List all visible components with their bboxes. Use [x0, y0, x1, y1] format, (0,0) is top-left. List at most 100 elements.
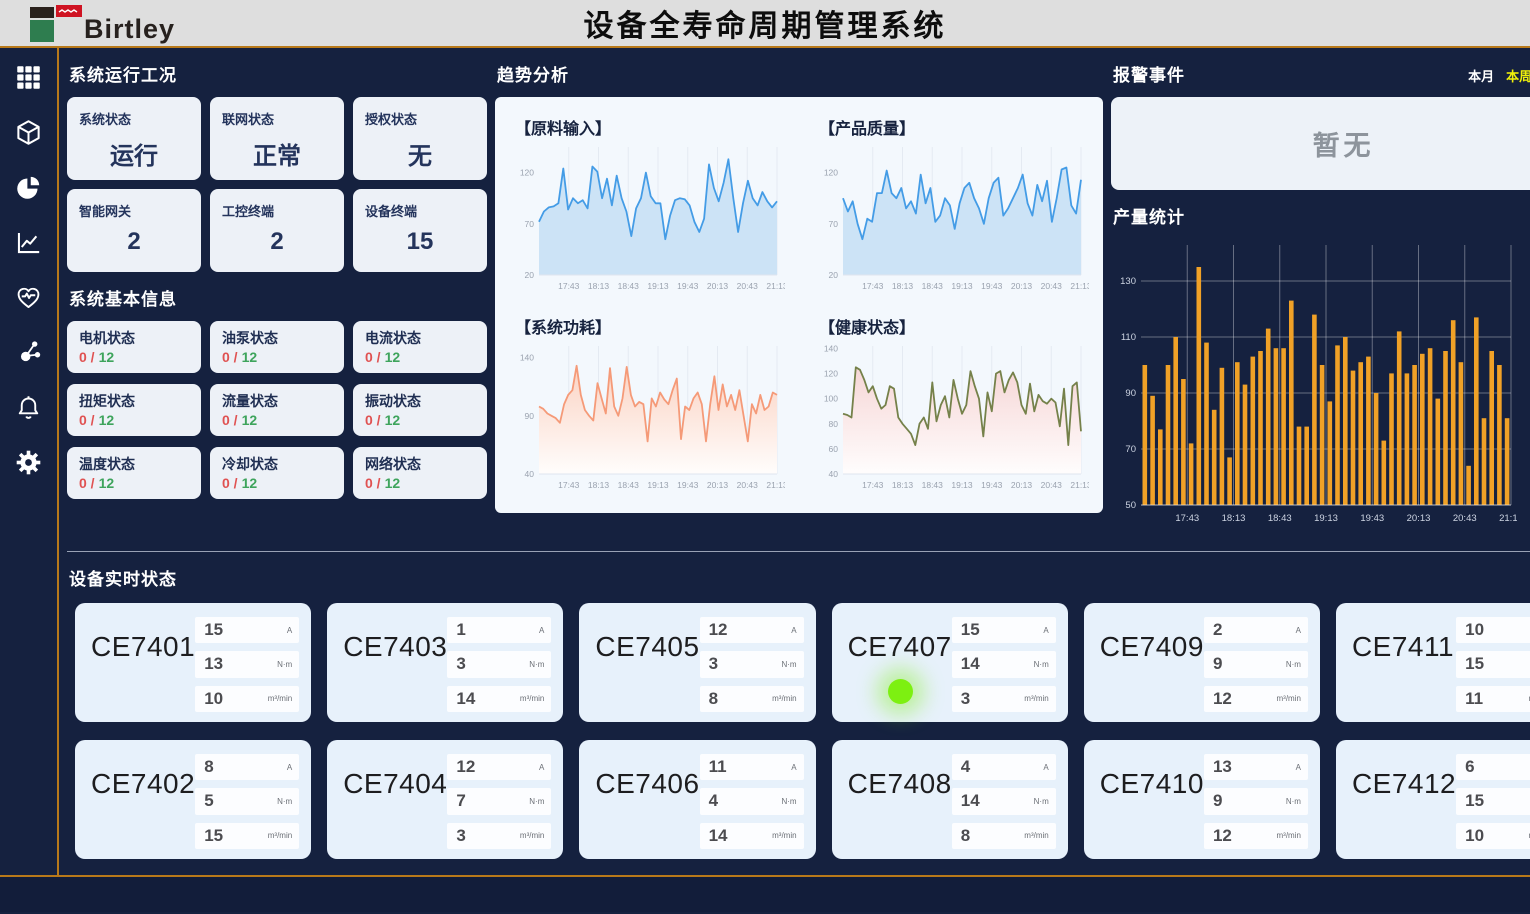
svg-text:140: 140 — [824, 344, 838, 354]
device-metric-value: 1 — [456, 620, 465, 640]
device-cards: CE740115A13N·m10m³/minCE74031A3N·m14m³/m… — [67, 601, 1530, 859]
svg-text:100: 100 — [824, 394, 838, 404]
status-card-label: 系统状态 — [79, 109, 189, 128]
device-card[interactable]: CE741110A15N·m11m³/min — [1336, 603, 1530, 722]
svg-text:21:13: 21:13 — [1070, 480, 1089, 490]
trend-chart-4: 【健康状态】17:4318:1318:4319:1319:4320:1320:4… — [813, 308, 1089, 507]
footer-bar — [0, 875, 1530, 912]
status-card-label: 工控终端 — [222, 201, 332, 220]
device-card[interactable]: CE74028A5N·m15m³/min — [75, 740, 311, 859]
grid-icon[interactable] — [15, 64, 42, 91]
device-metric-unit: N·m — [1034, 797, 1049, 806]
info-card-value: 0 /12 — [79, 412, 189, 428]
device-card[interactable]: CE740412A7N·m3m³/min — [327, 740, 563, 859]
device-card[interactable]: CE740512A3N·m8m³/min — [579, 603, 815, 722]
pie-chart-icon[interactable] — [15, 174, 42, 201]
device-metrics: 12A3N·m8m³/min — [700, 617, 804, 712]
info-card-label: 振动状态 — [365, 391, 475, 411]
info-card: 电流状态0 /12 — [353, 321, 487, 373]
info-card-label: 电流状态 — [365, 328, 475, 348]
svg-text:40: 40 — [525, 469, 535, 479]
device-metric-row: 12m³/min — [1204, 823, 1308, 849]
device-metric-unit: N·m — [529, 660, 544, 669]
device-metric-value: 8 — [204, 757, 213, 777]
device-name: CE7409 — [1100, 631, 1204, 712]
device-metric-row: 10m³/min — [1456, 823, 1530, 849]
panel-trend: 趋势分析 【原料输入】17:4318:1318:4319:1319:4320:1… — [495, 48, 1103, 545]
device-metric-row: 9N·m — [1204, 651, 1308, 677]
device-metrics: 8A5N·m15m³/min — [195, 754, 299, 849]
device-card[interactable]: CE740611A4N·m14m³/min — [579, 740, 815, 859]
svg-text:17:43: 17:43 — [1175, 513, 1199, 524]
svg-text:17:43: 17:43 — [862, 480, 884, 490]
cube-icon[interactable] — [15, 119, 42, 146]
status-card-label: 联网状态 — [222, 109, 332, 128]
svg-text:20:13: 20:13 — [1011, 281, 1033, 291]
alarm-tab-本月[interactable]: 本月 — [1468, 66, 1494, 85]
device-metric-row: 13N·m — [195, 651, 299, 677]
device-card[interactable]: CE740115A13N·m10m³/min — [75, 603, 311, 722]
device-metric-unit: A — [1043, 763, 1048, 772]
svg-text:18:13: 18:13 — [588, 281, 610, 291]
info-card-value: 0 /12 — [222, 349, 332, 365]
bell-icon[interactable] — [15, 394, 42, 421]
device-metric-value: 15 — [1465, 654, 1484, 674]
device-metric-row: 2A — [1204, 617, 1308, 643]
device-metric-row: 3N·m — [447, 651, 551, 677]
status-card: 设备终端15 — [353, 189, 487, 272]
line-chart-icon[interactable] — [15, 229, 42, 256]
status-card: 智能网关2 — [67, 189, 201, 272]
svg-text:18:13: 18:13 — [588, 480, 610, 490]
device-metric-unit: N·m — [1034, 660, 1049, 669]
status-card-label: 设备终端 — [365, 201, 475, 220]
info-card-value: 0 /12 — [365, 412, 475, 428]
device-metric-unit: A — [791, 626, 796, 635]
device-metric-value: 8 — [961, 826, 970, 846]
device-card[interactable]: CE74126A15N·m10m³/min — [1336, 740, 1530, 859]
device-metric-value: 13 — [1213, 757, 1232, 777]
device-metric-value: 3 — [709, 654, 718, 674]
device-metric-row: 8 m³/min — [700, 686, 804, 712]
device-metric-value: 8 — [709, 689, 718, 709]
status-card-value: 正常 — [222, 136, 332, 171]
svg-text:50: 50 — [1125, 500, 1136, 511]
device-name: CE7408 — [848, 768, 952, 849]
device-metric-value: 12 — [456, 757, 475, 777]
panel-devices: 设备实时状态 CE740115A13N·m10m³/minCE74031A3N·… — [67, 551, 1530, 875]
device-metric-unit: A — [539, 763, 544, 772]
alarm-tab-本周[interactable]: 本周 — [1506, 66, 1530, 85]
device-card[interactable]: CE74031A3N·m14m³/min — [327, 603, 563, 722]
device-metric-value: 14 — [961, 654, 980, 674]
device-metric-value: 10 — [1465, 620, 1484, 640]
molecule-icon[interactable] — [15, 339, 42, 366]
gear-icon[interactable] — [15, 449, 42, 476]
device-metric-row: 5N·m — [195, 788, 299, 814]
device-metric-row: 3m³/min — [952, 686, 1056, 712]
device-metric-unit: A — [287, 763, 292, 772]
device-metric-value: 13 — [204, 654, 223, 674]
device-metric-unit: m³/min — [520, 694, 544, 703]
device-metric-unit: m³/min — [772, 694, 796, 703]
device-metric-unit: A — [791, 763, 796, 772]
alarm-tabs: 本月本周本日 — [1468, 66, 1530, 85]
device-card[interactable]: CE74092A 9N·m 12m³/min — [1084, 603, 1320, 722]
device-metric-unit: A — [1296, 626, 1301, 635]
svg-text:18:13: 18:13 — [892, 480, 914, 490]
alarm-title: 报警事件 — [1111, 48, 1187, 97]
info-card: 扭矩状态0 /12 — [67, 384, 201, 436]
device-card[interactable]: CE740715A14N·m3m³/min — [832, 603, 1068, 722]
svg-text:17:43: 17:43 — [862, 281, 884, 291]
info-card-label: 网络状态 — [365, 454, 475, 474]
svg-text:40: 40 — [829, 469, 839, 479]
device-metric-value: 5 — [204, 791, 213, 811]
device-metrics: 15A13N·m10m³/min — [195, 617, 299, 712]
svg-text:19:43: 19:43 — [1360, 513, 1384, 524]
device-metric-row: 12A — [700, 617, 804, 643]
device-metric-row: 12m³/min — [1204, 686, 1308, 712]
device-card[interactable]: CE741013A9N·m12m³/min — [1084, 740, 1320, 859]
info-card-label: 冷却状态 — [222, 454, 332, 474]
device-metric-value: 7 — [456, 791, 465, 811]
heart-pulse-icon[interactable] — [15, 284, 42, 311]
device-name: CE7410 — [1100, 768, 1204, 849]
device-card[interactable]: CE74084A14N·m8m³/min — [832, 740, 1068, 859]
